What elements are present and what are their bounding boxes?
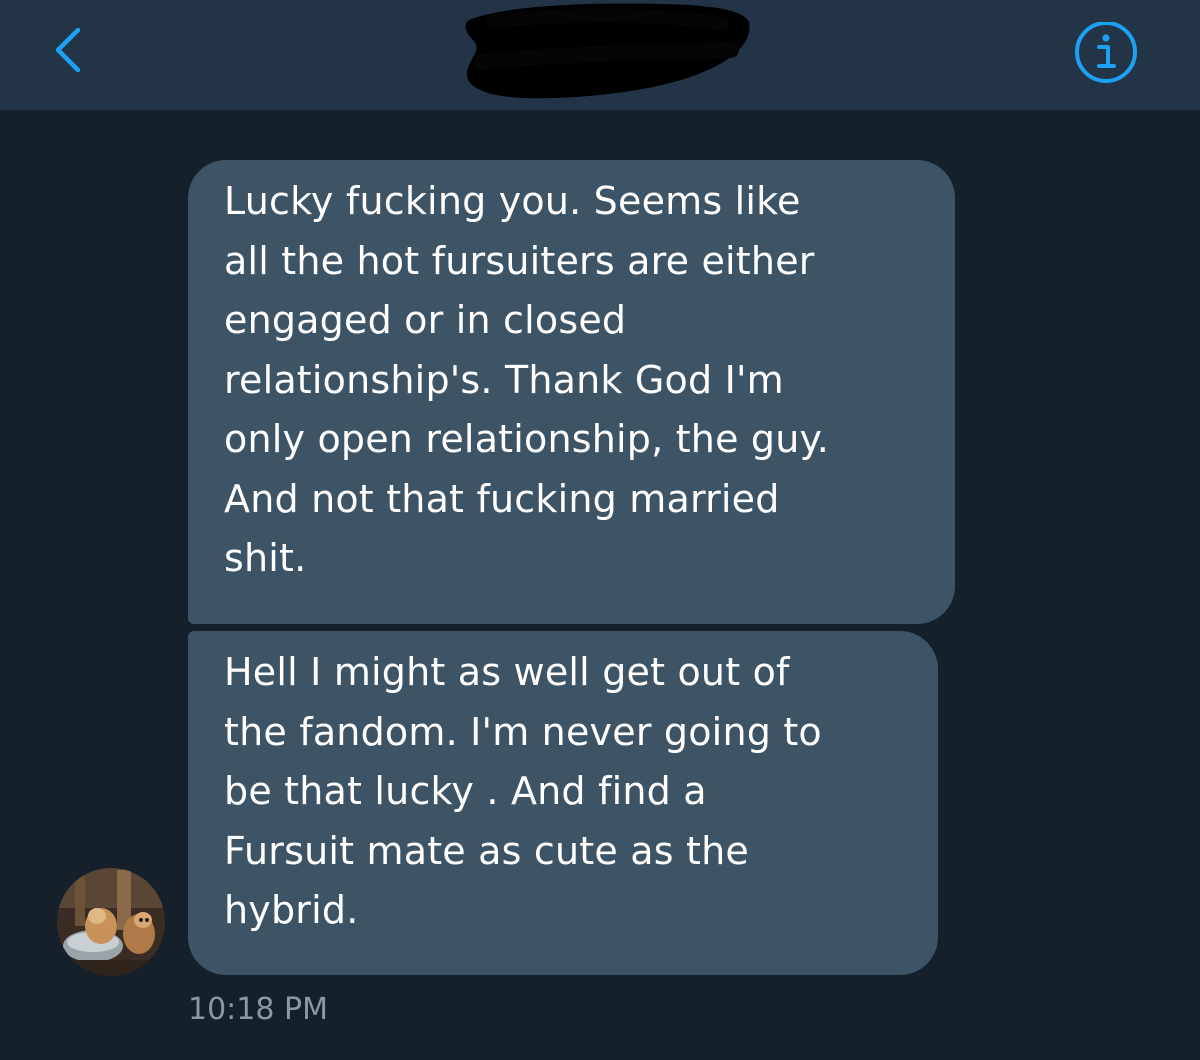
conversation-title-text	[463, 2, 464, 3]
message-text: Lucky fucking you. Seems like all the ho…	[224, 179, 830, 580]
info-circle-icon	[1075, 22, 1137, 83]
message-thread: Lucky fucking you. Seems like all the ho…	[0, 110, 1200, 1060]
message-bubble[interactable]: Hell I might as well get out of the fand…	[188, 631, 938, 975]
redaction-mark	[465, 3, 750, 99]
conversation-info-button[interactable]	[1072, 22, 1140, 90]
back-button[interactable]	[40, 20, 100, 80]
message-timestamp: 10:18 PM	[188, 992, 328, 1027]
dm-conversation-screen: Lucky fucking you. Seems like all the ho…	[0, 0, 1200, 1060]
conversation-title[interactable]	[463, 2, 753, 102]
sender-avatar[interactable]	[57, 868, 165, 976]
avatar-photo	[57, 868, 165, 976]
message-text: Hell I might as well get out of the fand…	[224, 650, 822, 932]
conversation-header	[0, 0, 1200, 110]
message-bubble[interactable]: Lucky fucking you. Seems like all the ho…	[188, 160, 955, 624]
chevron-left-icon	[55, 27, 81, 73]
